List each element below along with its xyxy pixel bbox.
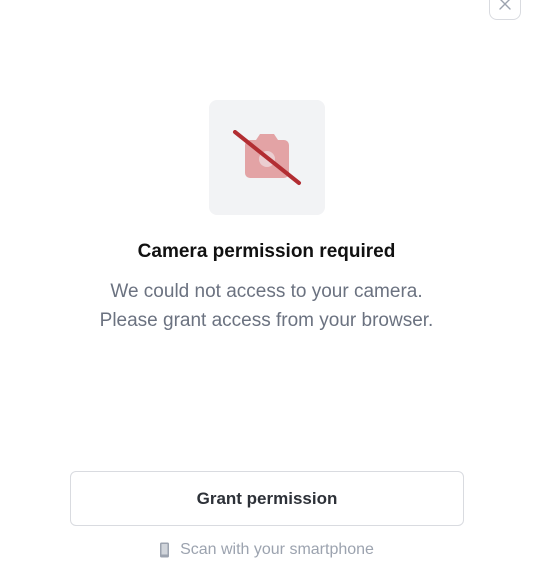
smartphone-icon xyxy=(160,542,170,558)
permission-message: We could not access to your camera. Plea… xyxy=(0,277,533,335)
camera-status-tile xyxy=(209,100,325,215)
permission-message-line-1: We could not access to your camera. xyxy=(110,281,423,302)
scan-with-smartphone-label: Scan with your smartphone xyxy=(180,541,374,558)
permission-message-line-2: Please grant access from your browser. xyxy=(99,310,434,331)
permission-title: Camera permission required xyxy=(137,241,396,262)
camera-off-icon xyxy=(233,129,301,185)
close-button[interactable] xyxy=(489,0,521,20)
close-icon xyxy=(499,0,511,10)
grant-permission-button[interactable]: Grant permission xyxy=(70,471,464,526)
scan-with-smartphone-link[interactable]: Scan with your smartphone xyxy=(0,539,533,561)
